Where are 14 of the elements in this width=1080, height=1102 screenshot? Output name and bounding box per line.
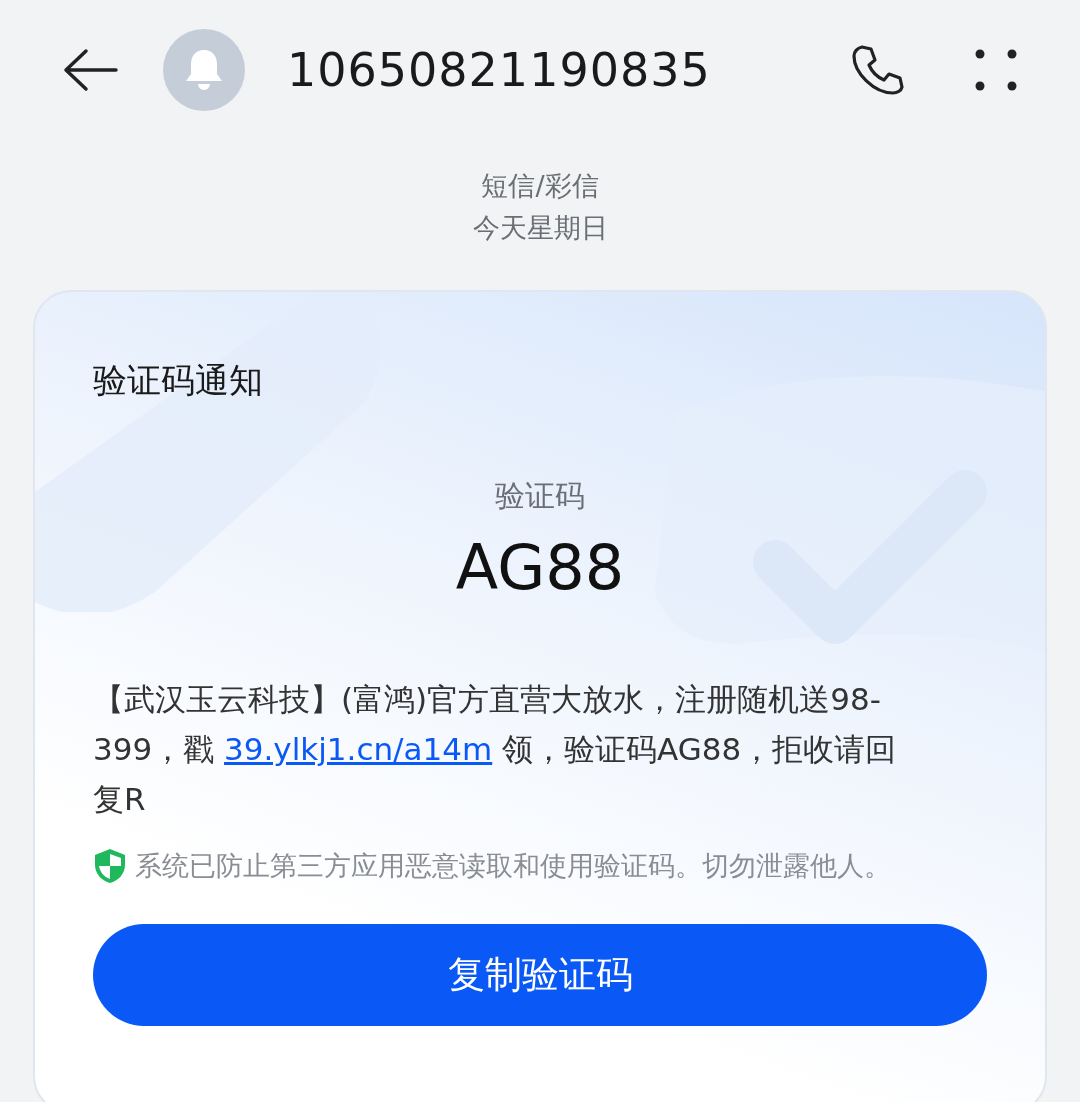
copy-code-button[interactable]: 复制验证码 bbox=[93, 924, 987, 1026]
message-text: 【武汉玉云科技】(富鸿)官方直营大放水，注册随机送98-399，戳 39.ylkj1.cn/a14m 领，验证码AG88，拒收请回复R bbox=[93, 680, 898, 819]
more-icon[interactable] bbox=[974, 48, 1018, 92]
date-label: 今天星期日 bbox=[472, 211, 608, 245]
link[interactable]: 39.ylkj1.cn/a14m bbox=[224, 731, 493, 767]
back-icon[interactable] bbox=[62, 48, 118, 92]
code-label: 验证码 bbox=[495, 477, 585, 515]
shield-icon bbox=[93, 848, 127, 884]
channel-label: 短信/彩信 bbox=[481, 169, 599, 203]
phone-icon[interactable] bbox=[850, 43, 904, 97]
notice-text: 系统已防止第三方应用恶意读取和使用验证码。切勿泄露他人。 bbox=[135, 849, 891, 883]
sender-number: 10650821190835 bbox=[287, 43, 712, 97]
card-title: 验证码通知 bbox=[93, 359, 263, 402]
verification-code: AG88 bbox=[455, 531, 625, 604]
